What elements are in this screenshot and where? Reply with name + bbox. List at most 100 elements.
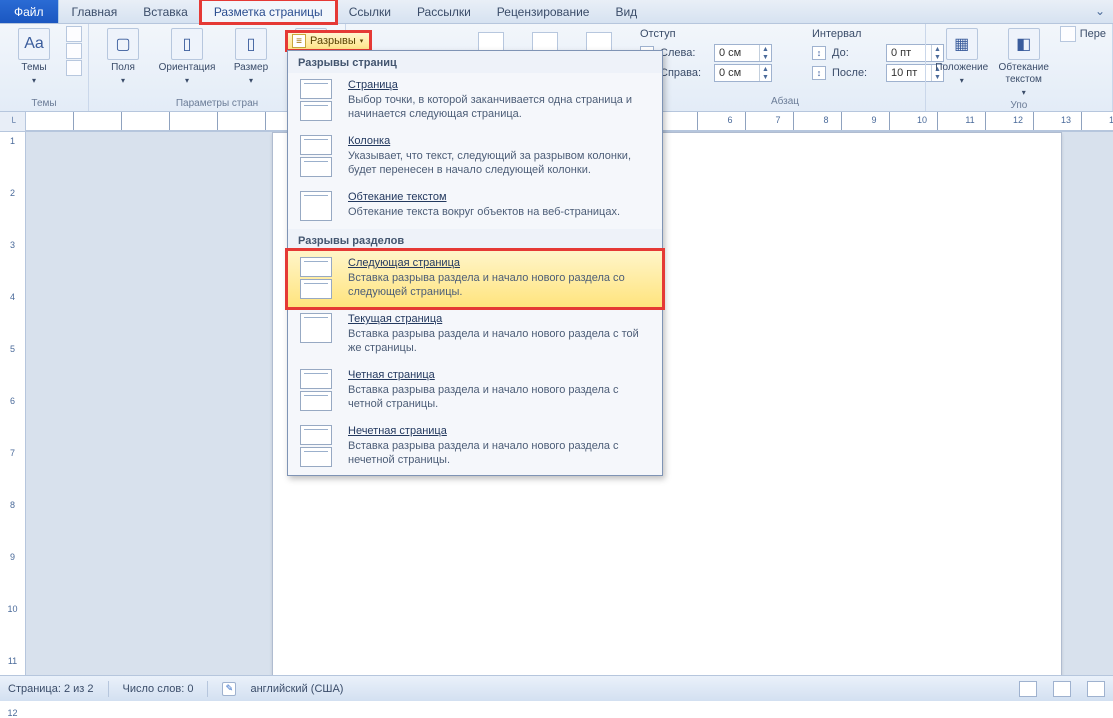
break-odd-page-title: Нечетная страница (348, 425, 650, 437)
theme-colors[interactable] (66, 26, 82, 42)
position-button[interactable]: ▦ Положение ▾ (932, 26, 992, 87)
themes-label: Темы (21, 62, 46, 74)
tab-mailings[interactable]: Рассылки (404, 0, 484, 23)
indent-heading: Отступ (640, 28, 772, 40)
size-icon: ▯ (235, 28, 267, 60)
indent-left-label: Слева: (660, 47, 708, 59)
indent-left-input[interactable] (715, 45, 759, 61)
break-odd-page[interactable]: Нечетная страница Вставка разрыва раздел… (288, 419, 662, 475)
view-print-layout-button[interactable] (1019, 681, 1037, 697)
status-language[interactable]: английский (США) (250, 683, 343, 695)
view-web-button[interactable] (1087, 681, 1105, 697)
break-column-title: Колонка (348, 135, 650, 147)
effects-icon (66, 60, 82, 76)
margins-label: Поля (111, 62, 135, 74)
size-label: Размер (234, 62, 268, 74)
file-tab[interactable]: Файл (0, 0, 59, 23)
theme-effects[interactable] (66, 60, 82, 76)
wrap-text-icon: ◧ (1008, 28, 1040, 60)
tab-bar: Файл Главная Вставка Разметка страницы С… (0, 0, 1113, 24)
break-even-page-thumb (300, 369, 336, 411)
arrange-small-list: Пере (1060, 26, 1106, 42)
ruler-numbers: 67891011121314151617 (658, 115, 1113, 125)
orientation-label: Ориентация (159, 62, 216, 74)
chevron-down-icon: ▾ (249, 76, 253, 85)
ribbon: Aa Темы ▾ Темы ▢ Поля ▾ ▯ Ориентация ▾ (0, 24, 1113, 112)
break-odd-page-desc: Вставка разрыва раздела и начало нового … (348, 439, 650, 467)
theme-parts (66, 26, 82, 76)
break-text-wrap-desc: Обтекание текста вокруг объектов на веб-… (348, 205, 650, 219)
break-page-desc: Выбор точки, в которой заканчивается одн… (348, 93, 650, 121)
break-text-wrap-title: Обтекание текстом (348, 191, 650, 203)
position-icon: ▦ (946, 28, 978, 60)
break-next-page-desc: Вставка разрыва раздела и начало нового … (348, 271, 650, 299)
group-title-themes: Темы (6, 97, 82, 111)
break-continuous-desc: Вставка разрыва раздела и начало нового … (348, 327, 650, 355)
margins-button[interactable]: ▢ Поля ▾ (95, 26, 151, 87)
break-even-page[interactable]: Четная страница Вставка разрыва раздела … (288, 363, 662, 419)
break-page-title: Страница (348, 79, 650, 91)
status-page[interactable]: Страница: 2 из 2 (8, 683, 94, 695)
indent-spacing-panel: Отступ ⇤ Слева: ▲▼ ⇥ Справа: ▲▼ Интервал (640, 28, 944, 82)
tab-view[interactable]: Вид (602, 0, 650, 23)
break-even-page-desc: Вставка разрыва раздела и начало нового … (348, 383, 650, 411)
status-bar: Страница: 2 из 2 Число слов: 0 ✎ английс… (0, 675, 1113, 701)
break-text-wrap[interactable]: Обтекание текстом Обтекание текста вокру… (288, 185, 662, 229)
breaks-dropdown: Разрывы страниц Страница Выбор точки, в … (287, 50, 663, 476)
bring-forward-label: Пере (1080, 28, 1106, 40)
status-divider (207, 681, 208, 697)
indent-right-label: Справа: (660, 67, 708, 79)
view-reading-button[interactable] (1053, 681, 1071, 697)
tab-review[interactable]: Рецензирование (484, 0, 603, 23)
spellcheck-icon[interactable]: ✎ (222, 682, 236, 696)
tab-home[interactable]: Главная (59, 0, 131, 23)
chevron-down-icon: ▾ (960, 76, 964, 85)
themes-button[interactable]: Aa Темы ▾ (6, 26, 62, 87)
breaks-label: Разрывы (310, 35, 356, 47)
size-button[interactable]: ▯ Размер ▾ (223, 26, 279, 87)
position-label: Положение (935, 62, 988, 74)
ruler-corner[interactable]: └ (0, 112, 26, 131)
color-swatch-icon (66, 26, 82, 42)
indent-left-spinner[interactable]: ▲▼ (714, 44, 772, 62)
indent-right-input[interactable] (715, 65, 759, 81)
wrap-text-label: Обтекание текстом (996, 62, 1052, 86)
group-title-arrange: Упо (932, 99, 1106, 113)
break-column-desc: Указывает, что текст, следующий за разры… (348, 149, 650, 177)
chevron-down-icon: ▾ (121, 76, 125, 85)
break-continuous-title: Текущая страница (348, 313, 650, 325)
customize-qat-caret[interactable]: ⌄ (1087, 0, 1113, 23)
spinner-down-icon[interactable]: ▼ (760, 53, 771, 61)
group-themes: Aa Темы ▾ Темы (0, 24, 89, 111)
chevron-down-icon: ▾ (185, 76, 189, 85)
breaks-split-button[interactable]: ≡ Разрывы ▾ (287, 32, 370, 50)
break-continuous-thumb (300, 313, 336, 355)
font-icon (66, 43, 82, 59)
tab-page-layout[interactable]: Разметка страницы (201, 0, 336, 23)
break-column[interactable]: Колонка Указывает, что текст, следующий … (288, 129, 662, 185)
spinner-up-icon[interactable]: ▲ (760, 65, 771, 73)
orientation-icon: ▯ (171, 28, 203, 60)
break-page-thumb (300, 79, 336, 121)
chevron-down-icon: ▾ (1022, 88, 1026, 97)
break-page[interactable]: Страница Выбор точки, в которой заканчив… (288, 73, 662, 129)
break-continuous[interactable]: Текущая страница Вставка разрыва раздела… (288, 307, 662, 363)
dropdown-section-section-breaks: Разрывы разделов (288, 229, 662, 251)
break-even-page-title: Четная страница (348, 369, 650, 381)
break-text-wrap-thumb (300, 191, 336, 221)
status-word-count[interactable]: Число слов: 0 (123, 683, 194, 695)
chevron-down-icon: ▾ (360, 37, 364, 45)
break-next-page[interactable]: Следующая страница Вставка разрыва разде… (287, 250, 663, 308)
tab-references[interactable]: Ссылки (336, 0, 404, 23)
spinner-up-icon[interactable]: ▲ (760, 45, 771, 53)
orientation-button[interactable]: ▯ Ориентация ▾ (155, 26, 219, 87)
wrap-text-button[interactable]: ◧ Обтекание текстом ▾ (996, 26, 1052, 99)
tab-insert[interactable]: Вставка (130, 0, 201, 23)
space-after-label: После: (832, 67, 880, 79)
vertical-ruler[interactable]: 123456789101112 (0, 132, 26, 675)
spinner-down-icon[interactable]: ▼ (760, 73, 771, 81)
break-column-thumb (300, 135, 336, 177)
theme-fonts[interactable] (66, 43, 82, 59)
bring-forward[interactable]: Пере (1060, 26, 1106, 42)
indent-right-spinner[interactable]: ▲▼ (714, 64, 772, 82)
